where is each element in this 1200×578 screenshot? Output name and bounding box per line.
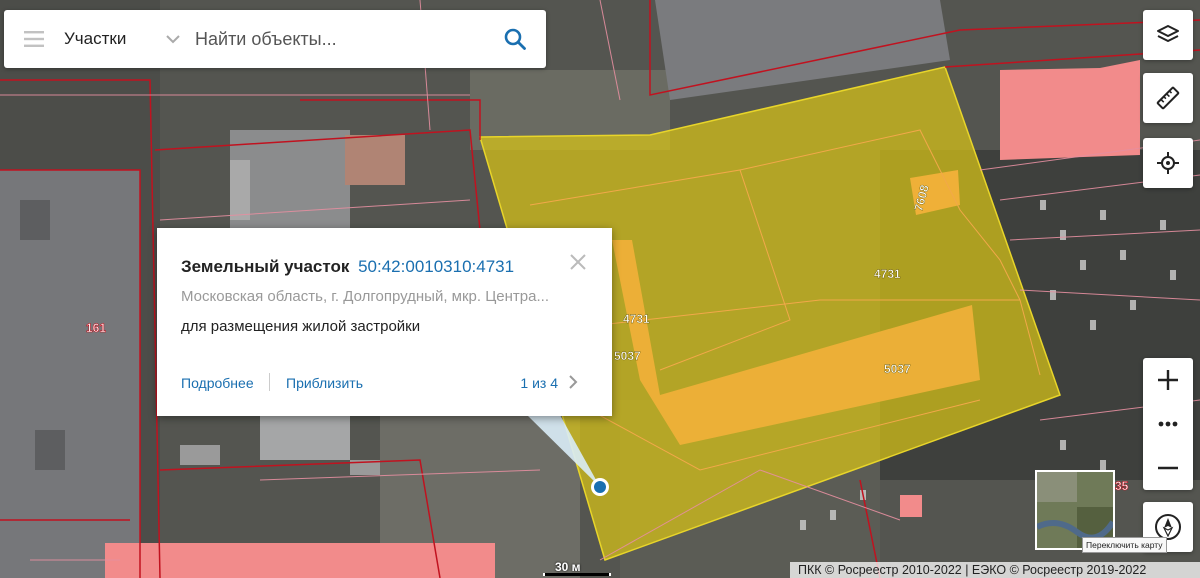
zoom-more-button[interactable] xyxy=(1143,402,1193,446)
ruler-icon xyxy=(1156,86,1180,110)
crosshair-icon xyxy=(1157,152,1179,174)
zoom-controls xyxy=(1143,358,1193,490)
hamburger-icon xyxy=(24,31,44,47)
building-label-161: 161 xyxy=(86,321,106,335)
popup-address: Московская область, г. Долгопрудный, мкр… xyxy=(181,288,549,305)
popup-permitted-use: для размещения жилой застройки xyxy=(181,318,421,335)
popup-object-type: Земельный участок xyxy=(181,257,350,276)
plus-icon xyxy=(1158,370,1178,390)
popup-close-button[interactable] xyxy=(568,252,588,272)
parcel-label-4731-b: 4731 xyxy=(623,312,650,326)
layer-selector-dropdown[interactable] xyxy=(159,34,187,44)
zoom-in-button[interactable] xyxy=(1143,358,1193,402)
popup-title: Земельный участок 50:42:0010310:4731 xyxy=(181,257,514,277)
link-divider xyxy=(269,373,270,391)
building-label-35: 35 xyxy=(1115,479,1129,493)
more-dots-icon xyxy=(1158,421,1178,427)
more-details-link[interactable]: Подробнее xyxy=(181,375,254,391)
close-icon xyxy=(570,254,586,270)
search-bar: Участки xyxy=(4,10,546,68)
building-pink-right xyxy=(1000,60,1140,160)
parcel-label-5037-a: 5037 xyxy=(614,349,641,363)
chevron-down-icon xyxy=(166,34,180,43)
search-input[interactable] xyxy=(187,19,483,59)
copyright-text: ПКК © Росреестр 2010-2022 | ЕЭКО © Росре… xyxy=(790,562,1200,578)
ruler-button[interactable] xyxy=(1143,73,1193,123)
search-icon xyxy=(504,28,526,50)
layer-selector-label[interactable]: Участки xyxy=(64,29,159,49)
scale-bar xyxy=(543,573,611,576)
chevron-right-icon xyxy=(569,375,578,389)
layers-icon xyxy=(1157,25,1179,42)
locate-button[interactable] xyxy=(1143,138,1193,188)
parcel-label-5037-b: 5037 xyxy=(884,362,911,376)
next-result-button[interactable] xyxy=(568,375,582,391)
cadastral-number[interactable]: 50:42:0010310:4731 xyxy=(358,257,514,276)
layers-button[interactable] xyxy=(1143,10,1193,60)
parcel-label-4731-a: 4731 xyxy=(874,267,901,281)
zoom-to-link[interactable]: Приблизить xyxy=(286,375,363,391)
parcel-info-popup: Земельный участок 50:42:0010310:4731 Мос… xyxy=(157,228,612,416)
basemap-switcher-tooltip: Переключить карту xyxy=(1082,537,1167,553)
zoom-out-button[interactable] xyxy=(1143,446,1193,490)
result-pager: 1 из 4 xyxy=(520,375,558,391)
minus-icon xyxy=(1158,466,1178,470)
menu-button[interactable] xyxy=(4,10,64,68)
scale-label: 30 м xyxy=(555,560,581,574)
search-button[interactable] xyxy=(500,24,530,54)
